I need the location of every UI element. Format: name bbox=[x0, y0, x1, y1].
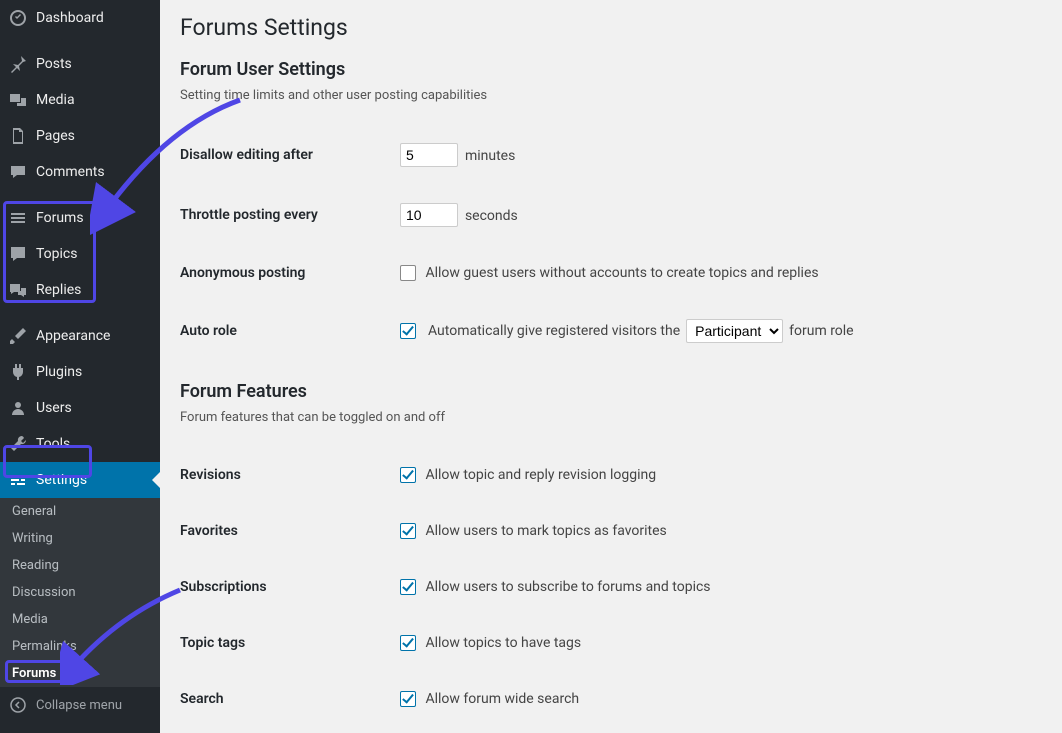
sidebar-item-comments[interactable]: Comments bbox=[0, 154, 160, 190]
sidebar-item-settings[interactable]: Settings bbox=[0, 462, 160, 498]
media-icon bbox=[8, 90, 28, 110]
sidebar-item-forums[interactable]: Forums bbox=[0, 200, 160, 236]
sidebar-item-dashboard[interactable]: Dashboard bbox=[0, 0, 160, 36]
row-label-revisions: Revisions bbox=[180, 447, 400, 503]
tags-label[interactable]: Allow topics to have tags bbox=[400, 635, 581, 651]
section-desc-features: Forum features that can be toggled on an… bbox=[180, 410, 1042, 425]
settings-submenu: General Writing Reading Discussion Media… bbox=[0, 498, 160, 687]
favorites-checkbox[interactable] bbox=[400, 523, 416, 539]
subscriptions-checkbox[interactable] bbox=[400, 579, 416, 595]
anon-checkbox[interactable] bbox=[400, 265, 416, 281]
sub-item-permalinks[interactable]: Permalinks bbox=[0, 633, 160, 660]
main-content: Forums Settings Forum User Settings Sett… bbox=[160, 0, 1062, 733]
row-label-favorites: Favorites bbox=[180, 503, 400, 559]
page-icon bbox=[8, 126, 28, 146]
sidebar-label: Replies bbox=[36, 282, 81, 298]
search-desc: Allow forum wide search bbox=[425, 691, 579, 707]
sidebar-label: Forums bbox=[36, 210, 84, 226]
favorites-desc: Allow users to mark topics as favorites bbox=[425, 523, 666, 539]
row-label-editing: Disallow editing after bbox=[180, 125, 400, 185]
sub-item-reading[interactable]: Reading bbox=[0, 552, 160, 579]
revisions-label[interactable]: Allow topic and reply revision logging bbox=[400, 467, 656, 483]
autorole-label[interactable]: Automatically give registered visitors t… bbox=[400, 319, 854, 343]
anon-label[interactable]: Allow guest users without accounts to cr… bbox=[400, 265, 819, 281]
sidebar-label: Posts bbox=[36, 56, 72, 72]
replies-icon bbox=[8, 280, 28, 300]
sub-item-writing[interactable]: Writing bbox=[0, 525, 160, 552]
revisions-desc: Allow topic and reply revision logging bbox=[425, 467, 656, 483]
admin-sidebar: Dashboard Posts Media Pages Comments For… bbox=[0, 0, 160, 733]
sub-item-forums[interactable]: Forums bbox=[0, 660, 160, 687]
sidebar-item-tools[interactable]: Tools bbox=[0, 426, 160, 462]
tags-desc: Allow topics to have tags bbox=[425, 635, 581, 651]
sidebar-label: Settings bbox=[36, 472, 87, 488]
sidebar-item-posts[interactable]: Posts bbox=[0, 46, 160, 82]
sidebar-item-appearance[interactable]: Appearance bbox=[0, 318, 160, 354]
subscriptions-desc: Allow users to subscribe to forums and t… bbox=[425, 579, 710, 595]
editing-suffix: minutes bbox=[465, 148, 515, 164]
topics-icon bbox=[8, 244, 28, 264]
row-label-anon: Anonymous posting bbox=[180, 245, 400, 301]
revisions-checkbox[interactable] bbox=[400, 467, 416, 483]
row-label-tags: Topic tags bbox=[180, 615, 400, 671]
sidebar-label: Users bbox=[36, 400, 72, 416]
comment-icon bbox=[8, 162, 28, 182]
sidebar-item-plugins[interactable]: Plugins bbox=[0, 354, 160, 390]
row-label-subscriptions: Subscriptions bbox=[180, 559, 400, 615]
section-heading-user: Forum User Settings bbox=[180, 59, 1042, 80]
sub-item-discussion[interactable]: Discussion bbox=[0, 579, 160, 606]
sidebar-item-users[interactable]: Users bbox=[0, 390, 160, 426]
wrench-icon bbox=[8, 434, 28, 454]
page-title: Forums Settings bbox=[180, 14, 1042, 41]
dashboard-icon bbox=[8, 8, 28, 28]
forums-icon bbox=[8, 208, 28, 228]
plug-icon bbox=[8, 362, 28, 382]
sidebar-label: Dashboard bbox=[36, 10, 104, 26]
subscriptions-label[interactable]: Allow users to subscribe to forums and t… bbox=[400, 579, 711, 595]
autorole-desc-pre: Automatically give registered visitors t… bbox=[428, 323, 680, 339]
sidebar-item-replies[interactable]: Replies bbox=[0, 272, 160, 308]
pin-icon bbox=[8, 54, 28, 74]
sidebar-label: Tools bbox=[36, 436, 70, 452]
throttle-seconds-input[interactable] bbox=[400, 203, 458, 227]
user-icon bbox=[8, 398, 28, 418]
sidebar-label: Media bbox=[36, 92, 75, 108]
search-label[interactable]: Allow forum wide search bbox=[400, 691, 579, 707]
user-settings-table: Disallow editing after minutes Throttle … bbox=[180, 125, 1042, 361]
collapse-menu[interactable]: Collapse menu bbox=[0, 687, 160, 723]
sidebar-label: Appearance bbox=[36, 328, 110, 344]
sub-item-general[interactable]: General bbox=[0, 498, 160, 525]
collapse-icon bbox=[8, 695, 28, 715]
autorole-select[interactable]: Participant bbox=[686, 319, 783, 343]
sub-item-media[interactable]: Media bbox=[0, 606, 160, 633]
editing-minutes-input[interactable] bbox=[400, 143, 458, 167]
autorole-desc-post: forum role bbox=[789, 323, 853, 339]
sidebar-label: Pages bbox=[36, 128, 75, 144]
search-checkbox[interactable] bbox=[400, 691, 416, 707]
sidebar-item-topics[interactable]: Topics bbox=[0, 236, 160, 272]
sidebar-item-pages[interactable]: Pages bbox=[0, 118, 160, 154]
row-label-throttle: Throttle posting every bbox=[180, 185, 400, 245]
sidebar-label: Plugins bbox=[36, 364, 82, 380]
sliders-icon bbox=[8, 470, 28, 490]
row-label-search: Search bbox=[180, 671, 400, 727]
sidebar-label: Comments bbox=[36, 164, 105, 180]
sidebar-label: Topics bbox=[36, 246, 77, 262]
anon-desc: Allow guest users without accounts to cr… bbox=[425, 265, 818, 281]
section-desc-user: Setting time limits and other user posti… bbox=[180, 88, 1042, 103]
tags-checkbox[interactable] bbox=[400, 635, 416, 651]
collapse-label: Collapse menu bbox=[36, 698, 122, 713]
features-table: Revisions Allow topic and reply revision… bbox=[180, 447, 1042, 727]
sidebar-item-media[interactable]: Media bbox=[0, 82, 160, 118]
brush-icon bbox=[8, 326, 28, 346]
section-heading-features: Forum Features bbox=[180, 381, 1042, 402]
autorole-checkbox[interactable] bbox=[400, 323, 416, 339]
row-label-autorole: Auto role bbox=[180, 301, 400, 361]
throttle-suffix: seconds bbox=[465, 208, 518, 224]
favorites-label[interactable]: Allow users to mark topics as favorites bbox=[400, 523, 667, 539]
